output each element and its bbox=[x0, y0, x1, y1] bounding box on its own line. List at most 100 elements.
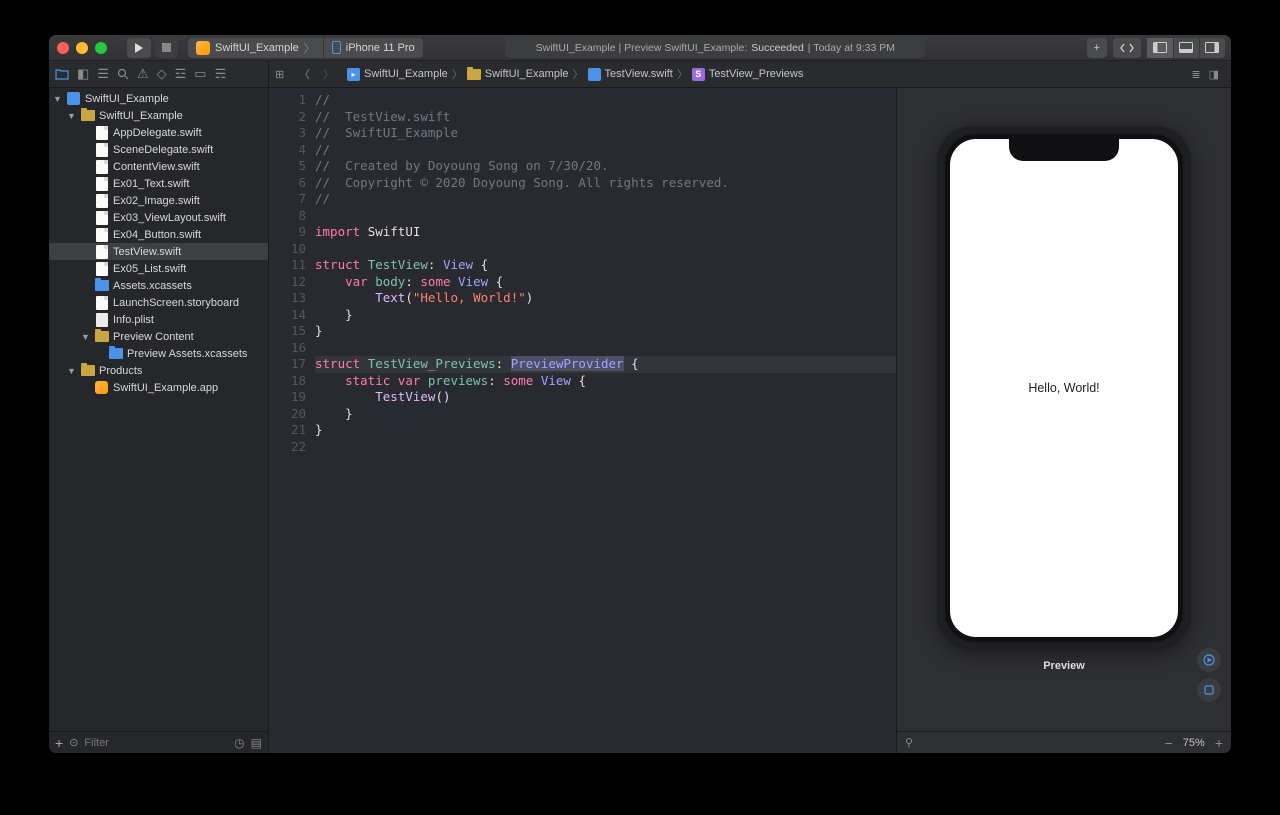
jump-file[interactable]: TestView.swift bbox=[588, 68, 673, 81]
file-icon bbox=[96, 126, 108, 140]
row-label: SwiftUI_Example bbox=[99, 110, 183, 122]
file-icon bbox=[96, 296, 108, 310]
row-label: SceneDelegate.swift bbox=[113, 144, 213, 156]
navigator-row[interactable]: SwiftUI_Example.app bbox=[49, 379, 268, 396]
forward-button[interactable]: 〉 bbox=[323, 66, 343, 82]
issue-navigator-icon[interactable]: ⚠ bbox=[137, 66, 149, 82]
navigator-row[interactable]: Ex05_List.swift bbox=[49, 260, 268, 277]
struct-icon: S bbox=[692, 68, 705, 81]
jump-bar: ⊞ 〈 〉 ▸ SwiftUI_Example 〉 SwiftUI_Exampl… bbox=[269, 61, 1231, 87]
filter-input[interactable] bbox=[84, 737, 228, 749]
folder-icon bbox=[81, 110, 95, 121]
add-button[interactable]: + bbox=[55, 735, 63, 751]
toggle-inspector-icon[interactable] bbox=[1199, 38, 1225, 58]
zoom-icon[interactable] bbox=[95, 42, 107, 54]
scm-filter-icon[interactable]: ▤ bbox=[251, 736, 262, 750]
folder-icon bbox=[109, 348, 123, 359]
device-icon bbox=[332, 41, 341, 54]
device-frame: Hello, World! bbox=[937, 126, 1191, 650]
recent-filter-icon[interactable]: ◷ bbox=[234, 736, 244, 750]
xcode-window: SwiftUI_Example 〉 iPhone 11 Pro SwiftUI_… bbox=[48, 34, 1232, 754]
app-icon bbox=[95, 381, 108, 394]
symbol-navigator-icon[interactable]: ☰ bbox=[97, 66, 109, 82]
project-icon: ▸ bbox=[347, 68, 360, 81]
back-button[interactable]: 〈 bbox=[299, 66, 319, 82]
jump-project[interactable]: ▸ SwiftUI_Example bbox=[347, 68, 448, 81]
file-icon bbox=[96, 262, 108, 276]
navigator-row[interactable]: TestView.swift bbox=[49, 243, 268, 260]
minimize-icon[interactable] bbox=[76, 42, 88, 54]
file-icon bbox=[96, 245, 108, 259]
preview-settings-button[interactable] bbox=[1197, 678, 1221, 702]
file-icon bbox=[96, 211, 108, 225]
run-button[interactable] bbox=[127, 38, 151, 58]
toggle-debug-icon[interactable] bbox=[1173, 38, 1199, 58]
project-navigator-icon[interactable] bbox=[55, 68, 69, 80]
zoom-out-button[interactable]: − bbox=[1165, 735, 1173, 751]
source-control-icon[interactable]: ◧ bbox=[77, 66, 89, 82]
zoom-in-button[interactable]: + bbox=[1215, 735, 1223, 751]
library-button[interactable]: + bbox=[1087, 38, 1107, 58]
navigator-row[interactable]: AppDelegate.swift bbox=[49, 124, 268, 141]
adjust-editor-icon[interactable]: ◨ bbox=[1209, 68, 1219, 81]
report-navigator-icon[interactable]: ☴ bbox=[215, 66, 227, 82]
pin-preview-icon[interactable]: ⚲ bbox=[905, 736, 913, 749]
navigator-row[interactable]: Ex02_Image.swift bbox=[49, 192, 268, 209]
breakpoint-navigator-icon[interactable]: ▭ bbox=[194, 66, 206, 82]
preview-screen[interactable]: Hello, World! bbox=[950, 139, 1178, 637]
activity-prefix: SwiftUI_Example | Preview SwiftUI_Exampl… bbox=[536, 42, 748, 54]
navigator-row[interactable]: ▼Preview Content bbox=[49, 328, 268, 345]
scheme-target[interactable]: SwiftUI_Example 〉 bbox=[188, 38, 323, 58]
find-navigator-icon[interactable] bbox=[117, 68, 129, 80]
row-label: AppDelegate.swift bbox=[113, 127, 202, 139]
test-navigator-icon[interactable]: ◇ bbox=[157, 66, 167, 82]
row-label: LaunchScreen.storyboard bbox=[113, 297, 239, 309]
navigator-row[interactable]: Info.plist bbox=[49, 311, 268, 328]
window-controls bbox=[57, 42, 107, 54]
scheme-device[interactable]: iPhone 11 Pro bbox=[323, 38, 423, 58]
toggle-navigator-icon[interactable] bbox=[1147, 38, 1173, 58]
preview-text: Hello, World! bbox=[1028, 381, 1099, 395]
row-label: SwiftUI_Example bbox=[85, 93, 169, 105]
project-navigator: ▼SwiftUI_Example▼SwiftUI_Example AppDeleg… bbox=[49, 88, 269, 753]
scheme-target-label: SwiftUI_Example bbox=[215, 42, 299, 54]
row-label: Ex03_ViewLayout.swift bbox=[113, 212, 226, 224]
related-items-icon[interactable]: ⊞ bbox=[275, 68, 295, 81]
navigator-row[interactable]: ▼Products bbox=[49, 362, 268, 379]
navigator-row[interactable]: SceneDelegate.swift bbox=[49, 141, 268, 158]
row-label: Info.plist bbox=[113, 314, 154, 326]
navigator-row[interactable]: Ex01_Text.swift bbox=[49, 175, 268, 192]
toolbar: SwiftUI_Example 〉 iPhone 11 Pro SwiftUI_… bbox=[49, 35, 1231, 61]
navigator-row[interactable]: ▼SwiftUI_Example bbox=[49, 107, 268, 124]
navigator-row[interactable]: ContentView.swift bbox=[49, 158, 268, 175]
close-icon[interactable] bbox=[57, 42, 69, 54]
navigator-row[interactable]: Preview Assets.xcassets bbox=[49, 345, 268, 362]
navigator-row[interactable]: Assets.xcassets bbox=[49, 277, 268, 294]
filter-icon: ⊙ bbox=[69, 736, 78, 749]
row-label: Products bbox=[99, 365, 142, 377]
zoom-level[interactable]: 75% bbox=[1183, 737, 1205, 749]
jump-folder[interactable]: SwiftUI_Example bbox=[467, 68, 569, 80]
navigator-row[interactable]: Ex03_ViewLayout.swift bbox=[49, 209, 268, 226]
folder-icon bbox=[467, 69, 481, 80]
row-label: TestView.swift bbox=[113, 246, 181, 258]
live-preview-button[interactable] bbox=[1197, 648, 1221, 672]
navigator-row[interactable]: LaunchScreen.storyboard bbox=[49, 294, 268, 311]
code-area[interactable]: //// TestView.swift// SwiftUI_Example///… bbox=[315, 88, 896, 753]
minimap-icon[interactable]: ≣ bbox=[1191, 68, 1200, 81]
debug-navigator-icon[interactable]: ☲ bbox=[175, 66, 187, 82]
row-label: Assets.xcassets bbox=[113, 280, 192, 292]
plist-icon bbox=[96, 313, 108, 327]
row-label: Ex01_Text.swift bbox=[113, 178, 189, 190]
folder-icon bbox=[95, 280, 109, 291]
navigator-tree[interactable]: ▼SwiftUI_Example▼SwiftUI_Example AppDeleg… bbox=[49, 88, 268, 731]
source-editor[interactable]: 12345678910111213141516171819202122 ////… bbox=[269, 88, 897, 753]
swift-file-icon bbox=[588, 68, 601, 81]
activity-viewer[interactable]: SwiftUI_Example | Preview SwiftUI_Exampl… bbox=[505, 38, 925, 58]
jump-symbol[interactable]: S TestView_Previews bbox=[692, 68, 804, 81]
navigator-row[interactable]: Ex04_Button.swift bbox=[49, 226, 268, 243]
navigator-footer: + ⊙ ◷ ▤ bbox=[49, 731, 268, 753]
navigator-row[interactable]: ▼SwiftUI_Example bbox=[49, 90, 268, 107]
code-review-button[interactable] bbox=[1113, 38, 1141, 58]
stop-button[interactable] bbox=[155, 38, 178, 58]
